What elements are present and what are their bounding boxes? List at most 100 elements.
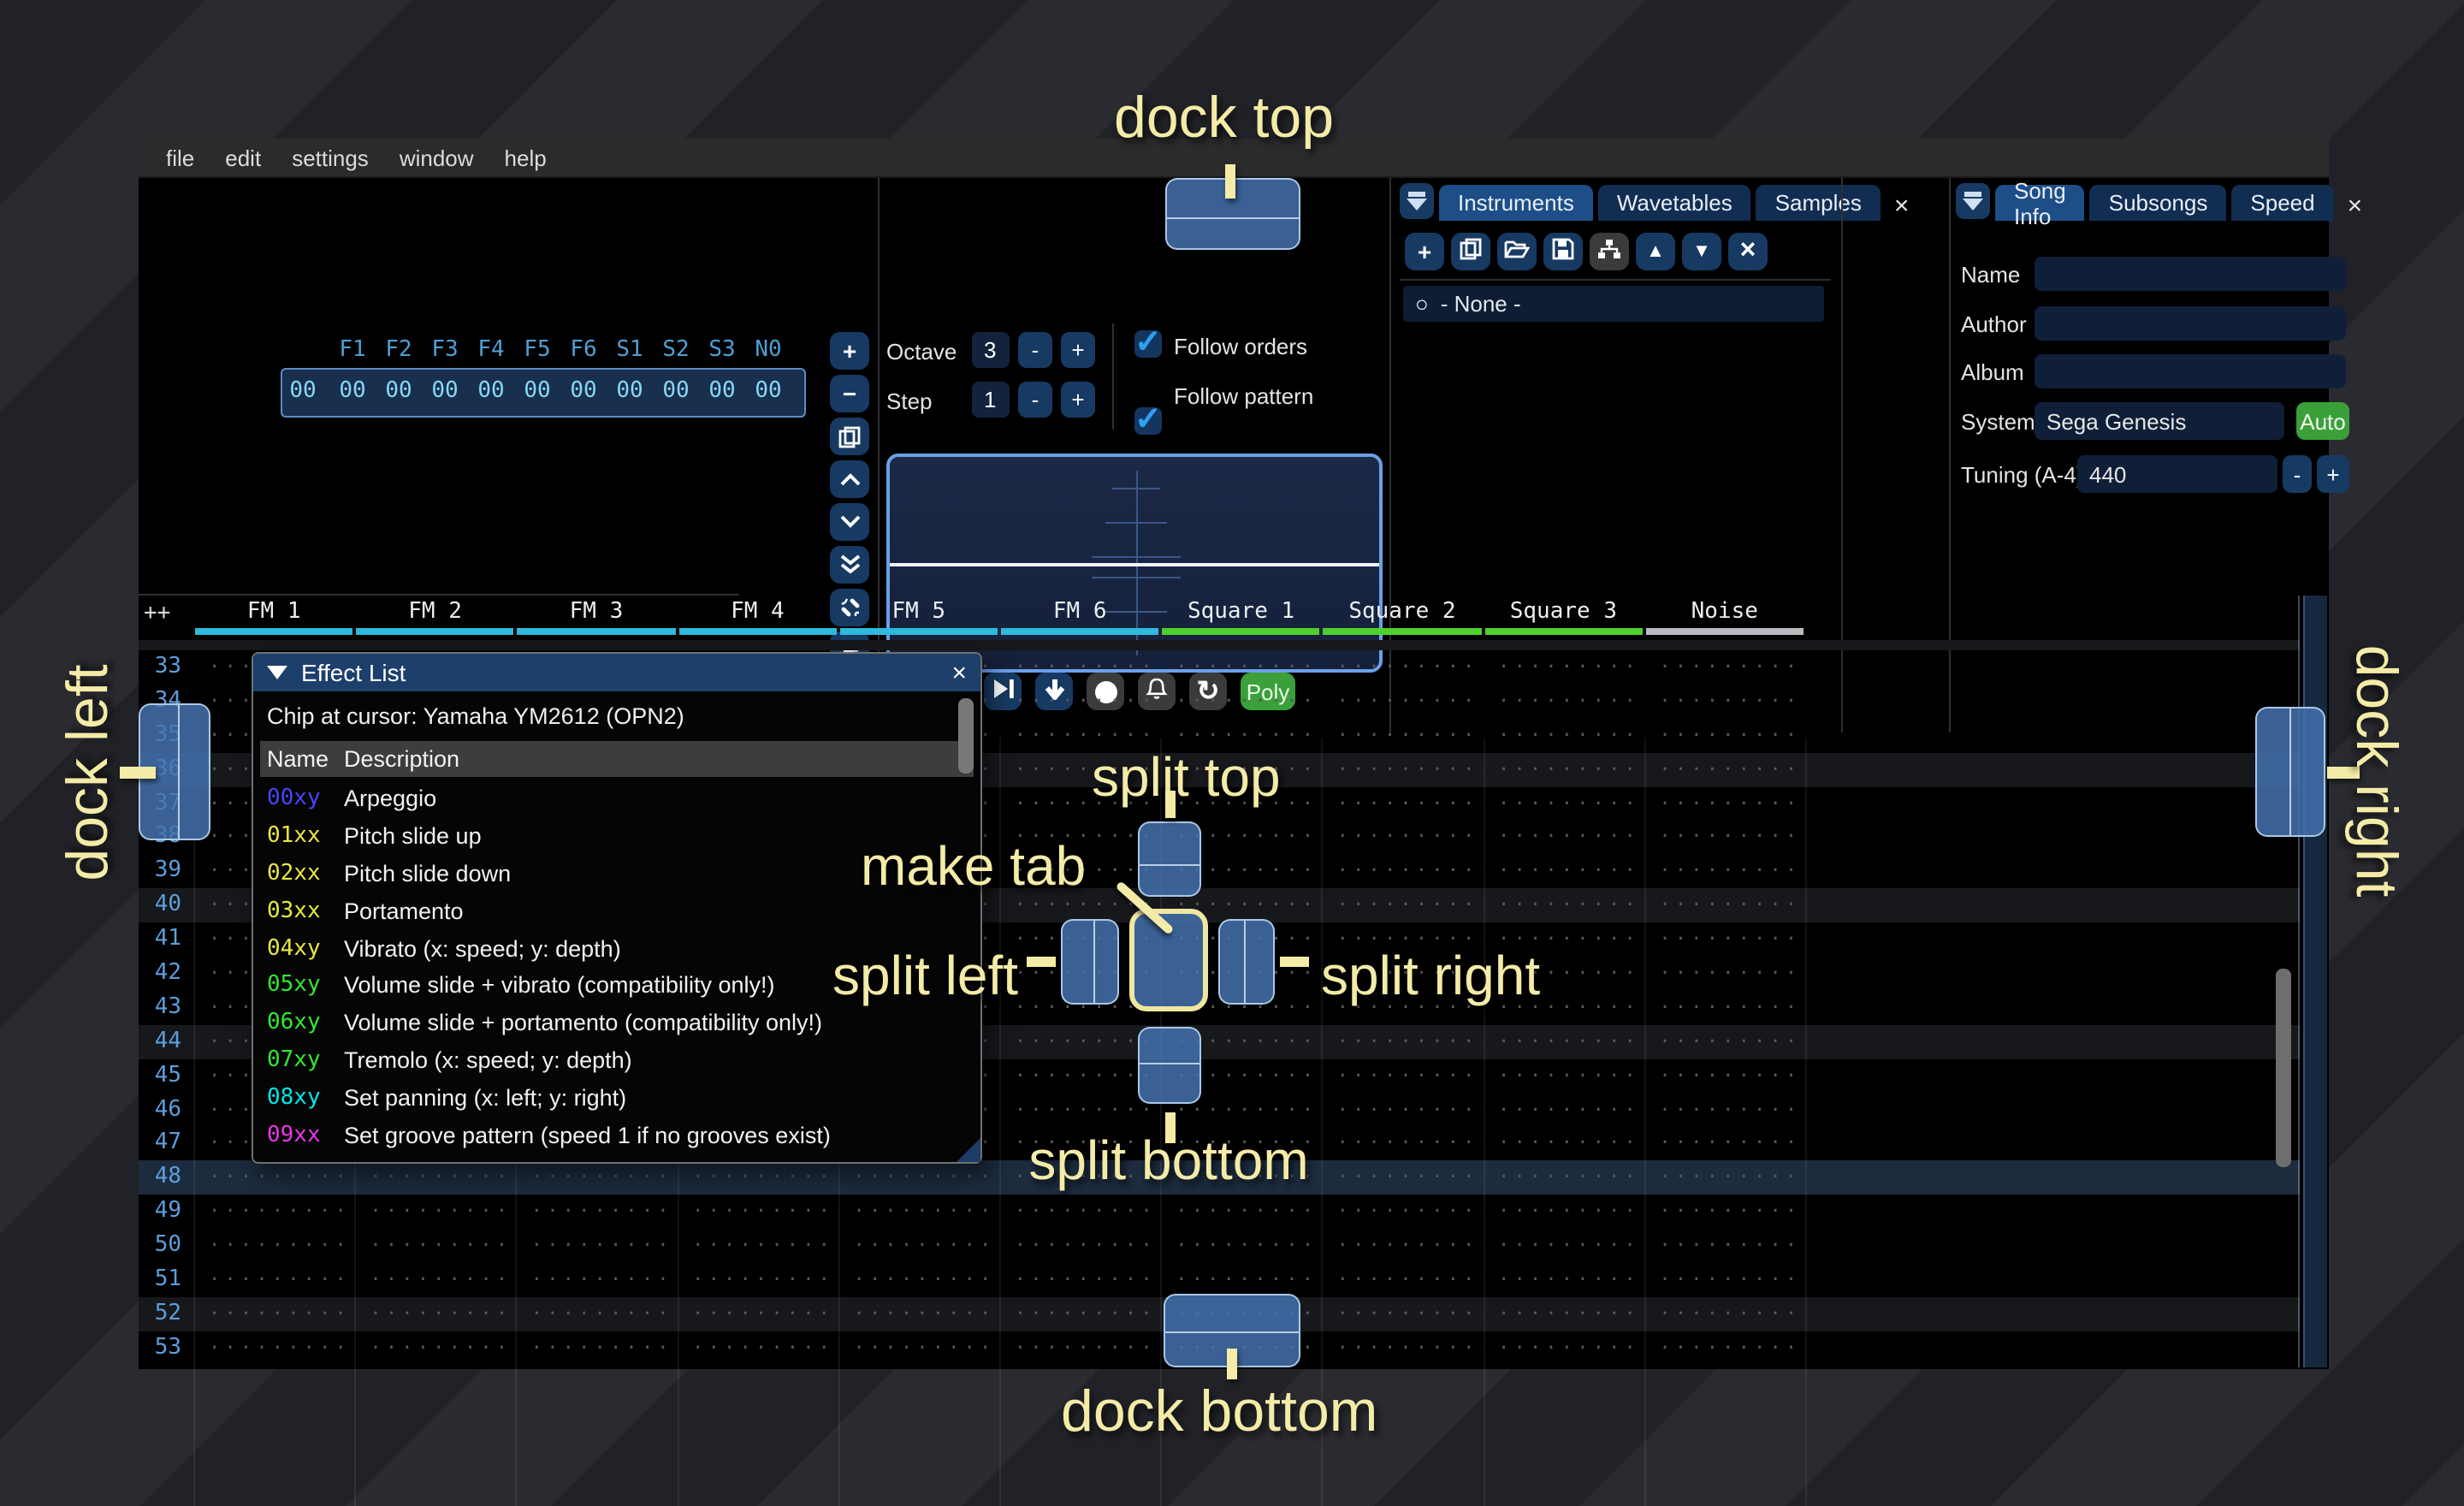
pattern-cell[interactable]: ··········	[1644, 650, 1804, 685]
song-name-input[interactable]	[2035, 257, 2346, 291]
pattern-cell[interactable]: ··········	[999, 1263, 1160, 1297]
pattern-cell[interactable]: ··········	[1160, 1229, 1321, 1263]
instrument-move-down-button[interactable]: ▼	[1682, 233, 1721, 270]
song-system-select[interactable]: Sega Genesis	[2035, 402, 2284, 440]
pattern-cell[interactable]: ··········	[999, 1297, 1160, 1331]
pattern-cell[interactable]: ··········	[1483, 1058, 1644, 1093]
pattern-cell[interactable]: ··········	[516, 1297, 677, 1331]
order-duplicate-button[interactable]	[830, 418, 869, 455]
pattern-cell[interactable]: ··········	[999, 640, 1160, 650]
pattern-cell[interactable]: ··········	[1483, 821, 1644, 855]
pattern-cell[interactable]: ··········	[193, 1331, 354, 1366]
effect-row-00xy[interactable]: 00xyArpeggio	[253, 780, 980, 818]
pattern-cell[interactable]: ··········	[1644, 1058, 1804, 1093]
tuning-minus-button[interactable]: -	[2283, 455, 2312, 493]
follow-pattern-label[interactable]: Follow pattern	[1174, 383, 1313, 409]
effect-list-scrollbar-thumb[interactable]	[958, 698, 974, 774]
menu-item-help[interactable]: help	[489, 145, 562, 170]
effect-row-07xy[interactable]: 07xyTremolo (x: speed; y: depth)	[253, 1041, 980, 1079]
order-cell[interactable]: 00	[376, 378, 421, 404]
pattern-cell[interactable]: ··········	[999, 1058, 1160, 1093]
follow-pattern-checkbox[interactable]: ✓	[1134, 407, 1162, 435]
pattern-cell[interactable]: ··········	[1322, 1058, 1483, 1093]
pattern-cell[interactable]: ··········	[838, 1229, 999, 1263]
menu-item-file[interactable]: file	[151, 145, 210, 170]
pattern-cell[interactable]: ··········	[677, 1229, 838, 1263]
pattern-corner[interactable]: ++	[144, 601, 170, 626]
song-info-collapse-button[interactable]	[1956, 183, 1990, 219]
pattern-cell[interactable]: ··········	[999, 685, 1160, 719]
pattern-cell[interactable]: ··········	[516, 640, 677, 650]
pattern-cell[interactable]: ··········	[1322, 685, 1483, 719]
tuning-input[interactable]: 440	[2077, 455, 2277, 493]
instrument-move-up-button[interactable]: ▲	[1636, 233, 1675, 270]
pattern-cell[interactable]: ··········	[1322, 1093, 1483, 1127]
octave-plus-button[interactable]: +	[1061, 332, 1095, 368]
step-minus-button[interactable]: -	[1018, 382, 1052, 418]
pattern-cell[interactable]: ··········	[354, 1161, 515, 1195]
order-cell[interactable]: 00	[746, 378, 791, 404]
pattern-cell[interactable]: ··········	[838, 640, 999, 650]
instruments-tab-wavetables[interactable]: Wavetables	[1598, 185, 1751, 221]
menu-item-window[interactable]: window	[384, 145, 489, 170]
pattern-cell[interactable]: ··········	[1322, 650, 1483, 685]
order-cell[interactable]: 00	[607, 378, 652, 404]
pattern-cell[interactable]: ··········	[677, 640, 838, 650]
order-move-down-button[interactable]	[830, 503, 869, 541]
order-row-values[interactable]: 00000000000000000000	[281, 378, 794, 406]
instrument-list-item[interactable]: ○ - None -	[1403, 286, 1824, 322]
pattern-cell[interactable]: ··········	[1322, 719, 1483, 753]
pattern-cell[interactable]: ··········	[1483, 786, 1644, 821]
pattern-cell[interactable]: ··········	[838, 1195, 999, 1230]
pattern-cell[interactable]: ··········	[1644, 1229, 1804, 1263]
pattern-cell[interactable]: ··········	[1160, 685, 1321, 719]
pattern-row[interactable]: 32······································…	[139, 640, 2300, 650]
follow-orders-checkbox[interactable]: ✓	[1134, 330, 1162, 358]
pattern-row[interactable]: 51······································…	[139, 1263, 2300, 1297]
pattern-cell[interactable]: ··········	[1160, 1195, 1321, 1230]
pattern-cell[interactable]: ··········	[1483, 1195, 1644, 1230]
order-cell[interactable]: 00	[330, 378, 375, 404]
pattern-cell[interactable]: ··········	[1644, 752, 1804, 786]
instrument-folder-view-button[interactable]	[1590, 233, 1629, 270]
pattern-cell[interactable]: ··········	[999, 1195, 1160, 1230]
step-value[interactable]: 1	[972, 382, 1010, 418]
menu-item-edit[interactable]: edit	[210, 145, 276, 170]
pattern-cell[interactable]: ··········	[1322, 752, 1483, 786]
pattern-cell[interactable]: ··········	[1322, 1263, 1483, 1297]
pattern-cell[interactable]: ··········	[354, 1195, 515, 1230]
split-right-target[interactable]	[1218, 919, 1275, 1005]
pattern-row[interactable]: 50······································…	[139, 1229, 2300, 1263]
pattern-cell[interactable]: ··········	[516, 1263, 677, 1297]
pattern-cell[interactable]: ··········	[193, 1297, 354, 1331]
effect-list-header-row[interactable]: Name Description	[260, 741, 974, 777]
pattern-cell[interactable]: ··········	[1483, 1331, 1644, 1366]
pattern-cell[interactable]: ··········	[1644, 1161, 1804, 1195]
pattern-cell[interactable]: ··········	[1644, 1195, 1804, 1230]
pattern-cell[interactable]: ··········	[1322, 821, 1483, 855]
instrument-add-button[interactable]: +	[1405, 233, 1444, 270]
pattern-cell[interactable]: ··········	[1160, 1263, 1321, 1297]
pattern-cell[interactable]: ··········	[1644, 855, 1804, 889]
order-cell[interactable]: 00	[654, 378, 698, 404]
pattern-row[interactable]: 49······································…	[139, 1195, 2300, 1230]
pattern-cell[interactable]: ··········	[1483, 685, 1644, 719]
channel-header-fm-1[interactable]: FM 1	[193, 599, 354, 628]
instruments-tabbar-close-icon[interactable]: ×	[1886, 192, 1918, 221]
order-cell[interactable]: 00	[469, 378, 513, 404]
pattern-cell[interactable]: ··········	[193, 1195, 354, 1230]
pattern-cell[interactable]: ··········	[999, 1229, 1160, 1263]
pattern-cell[interactable]: ··········	[838, 1263, 999, 1297]
pattern-cell[interactable]: ··········	[516, 1331, 677, 1366]
pattern-cell[interactable]: ··········	[1644, 957, 1804, 991]
effect-row-06xy[interactable]: 06xyVolume slide + portamento (compatibi…	[253, 1005, 980, 1042]
order-remove-button[interactable]: −	[830, 375, 869, 412]
pattern-cell[interactable]: ··········	[677, 1331, 838, 1366]
order-cell[interactable]: 00	[423, 378, 467, 404]
pattern-cell[interactable]: ··········	[354, 1229, 515, 1263]
pattern-cell[interactable]: ··········	[1644, 1331, 1804, 1366]
pattern-cell[interactable]: ··········	[1644, 991, 1804, 1025]
pattern-cell[interactable]: ··········	[999, 650, 1160, 685]
split-bottom-target[interactable]	[1138, 1027, 1201, 1104]
pattern-cell[interactable]: ··········	[677, 1161, 838, 1195]
